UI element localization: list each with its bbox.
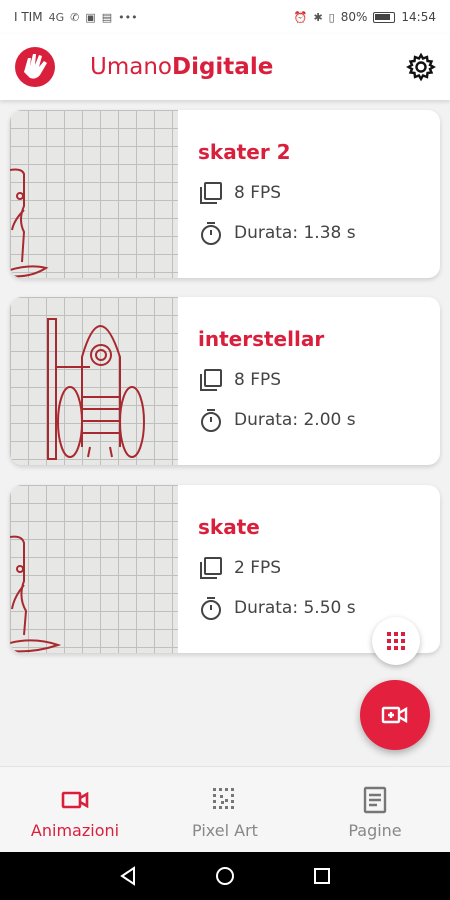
duration-label: Durata: 5.50 s bbox=[234, 598, 356, 618]
brand-title: UmanoDigitale bbox=[90, 54, 273, 80]
clock: 14:54 bbox=[401, 10, 436, 24]
network-label: 4G bbox=[48, 10, 65, 24]
skater-drawing-icon bbox=[10, 168, 49, 278]
hand-logo-icon bbox=[15, 47, 55, 87]
nav-label: Pixel Art bbox=[192, 821, 258, 840]
status-bar: I TIM 4G ✆ ▣ ▤ ••• ⏰ ✱ ▯ 80% 14:54 bbox=[0, 0, 450, 34]
skater-drawing-icon bbox=[10, 535, 62, 653]
alarm-icon: ⏰ bbox=[293, 10, 308, 24]
fps-label: 2 FPS bbox=[234, 558, 282, 578]
frames-stack-icon bbox=[200, 369, 222, 391]
app-bar: UmanoDigitale bbox=[0, 34, 450, 100]
fps-label: 8 FPS bbox=[234, 183, 282, 203]
home-circle-icon[interactable] bbox=[214, 865, 236, 887]
duration-row: Durata: 1.38 s bbox=[198, 220, 356, 246]
carrier-label: I TIM bbox=[14, 10, 43, 24]
dots-grid-icon bbox=[387, 632, 405, 650]
frames-stack-icon bbox=[200, 557, 222, 579]
animation-card[interactable]: interstellar 8 FPS Durata: 2.00 s bbox=[10, 297, 440, 465]
animation-thumbnail bbox=[10, 297, 178, 465]
more-notifications-icon: ••• bbox=[118, 10, 138, 24]
duration-label: Durata: 2.00 s bbox=[234, 410, 356, 430]
animation-title: interstellar bbox=[198, 327, 325, 351]
grid-view-button[interactable] bbox=[372, 617, 420, 665]
new-animation-button[interactable] bbox=[360, 680, 430, 750]
settings-gear-icon[interactable] bbox=[406, 52, 436, 82]
vibrate-icon: ▯ bbox=[328, 10, 335, 24]
rocket-drawing-icon bbox=[47, 318, 145, 460]
nav-label: Pagine bbox=[348, 821, 402, 840]
animation-thumbnail bbox=[10, 110, 178, 278]
fps-row: 2 FPS bbox=[198, 555, 281, 581]
brand-light: Umano bbox=[90, 54, 172, 80]
animation-card[interactable]: skater 2 8 FPS Durata: 1.38 s bbox=[10, 110, 440, 278]
animation-thumbnail bbox=[10, 485, 178, 653]
nav-item-pagine[interactable]: Pagine bbox=[300, 767, 450, 853]
add-video-icon bbox=[381, 706, 408, 724]
stopwatch-icon bbox=[201, 222, 221, 245]
animation-title: skate bbox=[198, 515, 260, 539]
fps-label: 8 FPS bbox=[234, 370, 282, 390]
nav-item-pixel-art[interactable]: Pixel Art bbox=[150, 767, 300, 853]
bluetooth-icon: ✱ bbox=[313, 10, 323, 24]
bottom-navigation: Animazioni Pixel Art Pagine bbox=[0, 766, 450, 852]
duration-label: Durata: 1.38 s bbox=[234, 223, 356, 243]
frames-stack-icon bbox=[200, 182, 222, 204]
duration-row: Durata: 2.00 s bbox=[198, 407, 356, 433]
whatsapp-icon: ✆ bbox=[70, 10, 80, 24]
battery-icon bbox=[373, 11, 396, 23]
battery-percent: 80% bbox=[340, 10, 368, 24]
animation-title: skater 2 bbox=[198, 140, 291, 164]
system-navigation-bar bbox=[0, 852, 450, 900]
stopwatch-icon bbox=[201, 597, 221, 620]
brand-bold: Digitale bbox=[171, 54, 274, 80]
fps-row: 8 FPS bbox=[198, 180, 281, 206]
duration-row: Durata: 5.50 s bbox=[198, 595, 356, 621]
stopwatch-icon bbox=[201, 409, 221, 432]
image-icon: ▤ bbox=[101, 10, 113, 24]
video-camera-icon bbox=[61, 791, 89, 809]
recents-square-icon[interactable] bbox=[311, 865, 333, 887]
back-triangle-icon[interactable] bbox=[117, 865, 139, 887]
nav-label: Animazioni bbox=[30, 821, 120, 840]
notification-icon: ▣ bbox=[85, 10, 96, 24]
nav-item-animazioni[interactable]: Animazioni bbox=[0, 767, 150, 853]
fps-row: 8 FPS bbox=[198, 367, 281, 393]
document-icon bbox=[363, 786, 387, 814]
pixel-grid-icon bbox=[213, 788, 234, 809]
